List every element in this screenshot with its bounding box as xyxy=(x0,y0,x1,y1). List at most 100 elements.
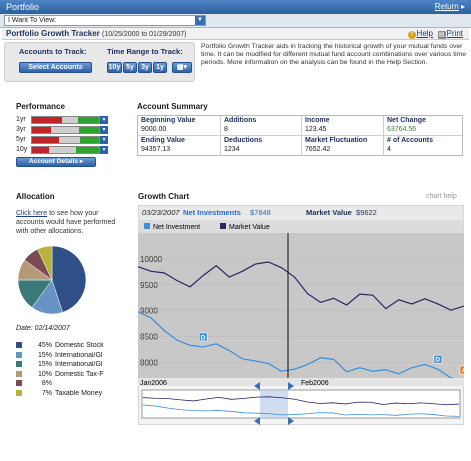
help-label[interactable]: Help xyxy=(417,29,433,38)
chart-help-link[interactable]: chart help xyxy=(426,193,457,200)
return-label[interactable]: Return xyxy=(435,2,459,11)
select-accounts-button[interactable]: Select Accounts xyxy=(19,62,92,73)
performance-bar-positive xyxy=(75,147,99,153)
chart-marker-label: A xyxy=(462,368,465,375)
performance-row: 10y ▾ xyxy=(16,146,108,154)
ending-value-label: Ending Value xyxy=(141,137,185,144)
performance-bar xyxy=(31,146,100,154)
income-value: 123.45 xyxy=(305,126,327,133)
allocation-name: Domestic Tax-F xyxy=(55,370,104,378)
view-toolbar: I Want To View: ▼ xyxy=(0,14,471,28)
chevron-down-icon[interactable]: ▼ xyxy=(195,16,205,25)
allocation-swatch xyxy=(16,389,22,396)
account-summary-table: Beginning Value 9000.00 Additions 8 Inco… xyxy=(137,115,463,156)
calendar-button[interactable]: ▦▾ xyxy=(172,62,192,73)
x-tick-label: Feb2006 xyxy=(301,380,329,387)
ending-value: 94357.13 xyxy=(141,146,171,153)
y-tick-label: 8000 xyxy=(140,358,158,367)
market-fluctuation-value: 7652.42 xyxy=(305,146,331,153)
performance-row: 5yr ▾ xyxy=(16,136,108,144)
page-header: Portfolio Growth Tracker (10/25/2000 to … xyxy=(2,28,469,40)
time-1y-button[interactable]: 1y xyxy=(153,62,167,73)
allocation-name: Taxable Money xyxy=(55,389,103,397)
print-label[interactable]: Print xyxy=(447,29,463,38)
readout-market-label: Market Value xyxy=(306,208,352,217)
legend-net-label: Net Investment xyxy=(153,224,200,231)
performance-row-label: 1yr xyxy=(16,116,26,123)
allocation-name: International/Gl xyxy=(55,361,103,368)
return-link[interactable]: Return ▸ xyxy=(435,2,465,11)
help-icon: ? xyxy=(407,31,416,39)
chart-marker-label: D xyxy=(201,334,206,341)
performance-bar xyxy=(31,126,100,134)
allocation-swatch xyxy=(16,351,22,358)
performance-row-label: 5yr xyxy=(16,136,26,143)
performance-bar-negative xyxy=(32,137,59,143)
performance-bar xyxy=(31,116,100,124)
page-title-text: Portfolio Growth Tracker xyxy=(6,29,100,38)
readout-net-value: $7848 xyxy=(250,208,271,217)
performance-title: Performance xyxy=(16,102,65,111)
window-title-bar: Portfolio Return ▸ xyxy=(0,0,471,14)
growth-chart[interactable]: 03/23/2007 Net Investments $7848 Market … xyxy=(138,205,464,425)
tracking-controls: Accounts to Track: Time Range to Track: … xyxy=(4,42,195,82)
help-link[interactable]: ? Help xyxy=(407,29,433,39)
net-change-value: 63764.56 xyxy=(387,126,417,133)
performance-expand-icon[interactable]: ▾ xyxy=(100,116,108,124)
performance-bar-positive xyxy=(80,137,99,143)
time-3y-button[interactable]: 3y xyxy=(138,62,152,73)
allocation-percent: 7% xyxy=(41,389,52,397)
description-text: Portfolio Growth Tracker aids in trackin… xyxy=(201,43,467,67)
num-accounts-label: # of Accounts xyxy=(387,137,434,144)
allocation-percent: 8% xyxy=(41,380,52,387)
performance-expand-icon[interactable]: ▾ xyxy=(100,126,108,134)
growth-chart-title: Growth Chart xyxy=(138,192,190,201)
performance-row: 3yr ▾ xyxy=(16,126,108,134)
date-range: (10/25/2000 to 01/29/2007) xyxy=(102,31,187,38)
net-change-label: Net Change xyxy=(387,117,426,124)
allocation-percent: 15% xyxy=(37,361,52,368)
performance-expand-icon[interactable]: ▾ xyxy=(100,136,108,144)
window-title: Portfolio xyxy=(6,2,40,12)
income-label: Income xyxy=(305,117,330,124)
print-link[interactable]: ▤ Print xyxy=(437,29,463,39)
view-select[interactable]: I Want To View: ▼ xyxy=(4,15,206,26)
market-fluctuation-label: Market Fluctuation xyxy=(305,137,368,144)
page-title: Portfolio Growth Tracker (10/25/2000 to … xyxy=(6,29,187,38)
readout-net-label: Net Investments xyxy=(183,208,241,217)
calendar-icon: ▦▾ xyxy=(176,64,188,71)
allocation-percent: 10% xyxy=(37,370,52,378)
additions-value: 8 xyxy=(224,126,228,133)
performance-expand-icon[interactable]: ▾ xyxy=(100,146,108,154)
allocation-description: Click here to see how your accounts woul… xyxy=(16,209,120,236)
x-tick-label: Jan2006 xyxy=(140,380,167,387)
performance-row-label: 10y xyxy=(16,146,28,153)
deductions-value: 1234 xyxy=(224,146,240,153)
allocation-swatch xyxy=(16,370,22,377)
time-5y-button[interactable]: 5y xyxy=(123,62,137,73)
num-accounts-value: 4 xyxy=(387,146,391,153)
account-summary-title: Account Summary xyxy=(137,102,208,111)
click-here-link[interactable]: Click here xyxy=(16,210,47,217)
readout-market-value: $9622 xyxy=(356,208,377,217)
view-select-value: I Want To View: xyxy=(8,17,57,24)
return-arrow-icon: ▸ xyxy=(460,2,465,11)
row-divider xyxy=(138,135,462,136)
y-tick-label: 10000 xyxy=(140,255,163,264)
account-details-button[interactable]: Account Details ▸ xyxy=(16,157,96,167)
plot-area xyxy=(138,233,464,378)
allocation-title: Allocation xyxy=(16,192,55,201)
legend-swatch-market xyxy=(220,223,226,229)
performance-bar-positive xyxy=(77,117,99,123)
allocation-swatch xyxy=(16,380,22,386)
beginning-value: 9000.00 xyxy=(141,126,167,133)
beginning-value-label: Beginning Value xyxy=(141,117,196,124)
readout-date: 03/23/2007 xyxy=(142,208,180,217)
allocation-swatch xyxy=(16,342,22,348)
allocation-swatch xyxy=(16,361,22,367)
time-10y-button[interactable]: 10y xyxy=(107,62,122,73)
allocation-date: Date: 02/14/2007 xyxy=(16,325,70,332)
y-tick-label: 9500 xyxy=(140,281,158,290)
chart-marker-label: D xyxy=(435,357,440,364)
accounts-label: Accounts to Track: xyxy=(19,47,87,56)
